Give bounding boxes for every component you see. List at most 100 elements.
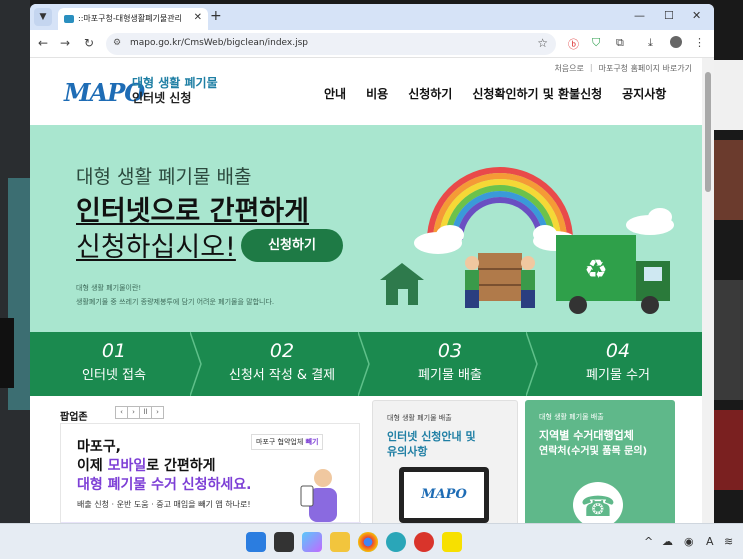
popup-text: 대형 폐기물 수거 신청하세요.	[77, 477, 252, 493]
step-label: 폐기물 배출	[418, 368, 482, 383]
step-item: 02 신청서 작성 & 결제	[198, 332, 370, 396]
bookmark-star-icon[interactable]: ☆	[537, 36, 548, 50]
tab-search-button[interactable]: ▼	[34, 8, 52, 26]
forward-icon[interactable]: →	[60, 36, 70, 50]
desktop-left	[0, 0, 30, 523]
desktop-window-edge	[713, 280, 743, 400]
scrollbar-thumb[interactable]	[705, 72, 711, 192]
nav-item-check-refund[interactable]: 신청확인하기 및 환불신청	[472, 85, 602, 102]
app-icon[interactable]	[414, 532, 434, 552]
chrome-icon[interactable]	[358, 532, 378, 552]
task-view-icon[interactable]	[274, 532, 294, 552]
wifi-icon[interactable]: ≋	[724, 535, 733, 548]
minimize-icon[interactable]: —	[634, 9, 645, 22]
svg-text:☎: ☎	[581, 490, 616, 523]
browser-window: ▼ ::마포구청-대형생활폐기물관리 ✕ + — ☐ ✕ ← → ↻ ⚙ map…	[30, 4, 714, 523]
step-number: 02	[269, 340, 295, 362]
favicon-icon	[64, 15, 74, 23]
popupzone-banner[interactable]: 마포구, 이제 모바일로 간편하게 대형 폐기물 수거 신청하세요. 배출 신청…	[60, 423, 361, 523]
card-title: 지역별 수거대행업체	[539, 429, 634, 442]
hero-heading: 대형 생활 폐기물 배출	[76, 166, 252, 188]
step-label: 폐기물 수거	[586, 368, 650, 383]
extensions-puzzle-icon[interactable]: ⧉	[616, 36, 624, 50]
nav-item-notice[interactable]: 공지사항	[622, 85, 666, 102]
desktop-window-edge	[713, 140, 743, 220]
card-title: 유의사항	[387, 445, 428, 458]
nav-item-guide[interactable]: 안내	[324, 85, 346, 102]
card-caption: 대형 생활 폐기물 배출	[387, 414, 452, 422]
profile-avatar[interactable]	[670, 36, 682, 48]
maximize-icon[interactable]: ☐	[664, 9, 674, 22]
tray-app-icon[interactable]: ☁	[662, 535, 673, 548]
popupzone-title: 팝업존	[60, 412, 88, 423]
close-window-icon[interactable]: ✕	[692, 9, 701, 22]
close-tab-icon[interactable]: ✕	[194, 12, 202, 23]
windows-start-icon[interactable]	[246, 532, 266, 552]
step-label: 인터넷 접속	[82, 368, 146, 383]
download-icon[interactable]: ⤓	[648, 36, 653, 50]
step-number: 01	[101, 340, 127, 362]
utility-links: 처음으로 | 마포구청 홈페이지 바로가기	[554, 63, 692, 74]
new-tab-button[interactable]: +	[210, 8, 222, 24]
step-item: 04 폐기물 수거	[534, 332, 702, 396]
step-number: 04	[605, 340, 631, 362]
popup-text: 배출 신청 · 운반 도움 · 중고 매입을 빼기 앱 하나로!	[77, 500, 251, 509]
logo-subtitle: 인터넷 신청	[132, 91, 192, 105]
home-link[interactable]: 처음으로	[554, 63, 583, 74]
kakaotalk-icon[interactable]	[442, 532, 462, 552]
tray-app-icon[interactable]: ◉	[684, 535, 694, 548]
web-page: 처음으로 | 마포구청 홈페이지 바로가기 MAPO 대형 생활 폐기물 인터넷…	[30, 58, 702, 523]
main-nav: 안내 비용 신청하기 신청확인하기 및 환불신청 공지사항	[324, 85, 666, 102]
nav-item-cost[interactable]: 비용	[366, 85, 388, 102]
app-icon[interactable]	[386, 532, 406, 552]
card-title: 연락처(수거및 품목 문의)	[539, 446, 648, 457]
page-scrollbar[interactable]	[702, 58, 714, 523]
popup-next-button[interactable]: ›	[151, 406, 164, 419]
browser-toolbar: ← → ↻ ⚙ mapo.go.kr/CmsWeb/bigclean/index…	[30, 30, 714, 58]
step-number: 03	[437, 340, 463, 362]
copilot-icon[interactable]	[302, 532, 322, 552]
desktop-window-edge	[0, 318, 14, 388]
menu-dots-icon[interactable]: ⋮	[694, 36, 705, 49]
site-info-icon[interactable]: ⚙	[113, 38, 121, 48]
shield-icon[interactable]: ⛉	[592, 36, 600, 50]
monitor-icon: MAPO	[399, 467, 489, 523]
tab-title: ::마포구청-대형생활폐기물관리	[78, 14, 182, 23]
popupzone-controls: ‹ › ll ›	[115, 406, 164, 419]
taskbar: ^ ☁ ◉ A ≋	[0, 523, 743, 559]
popup-text: 이제 모바일로 간편하게	[77, 458, 216, 474]
hero-illustration: ♻	[380, 167, 674, 314]
nav-item-apply[interactable]: 신청하기	[408, 85, 452, 102]
hero-banner: 대형 생활 폐기물 배출 인터넷으로 간편하게 신청하십시오! 신청하기 대형 …	[30, 125, 702, 332]
hero-description: 대형 생활 폐기물이란!	[76, 284, 142, 292]
reload-icon[interactable]: ↻	[84, 36, 94, 50]
hero-heading: 인터넷으로 간편하게	[76, 196, 309, 227]
file-explorer-icon[interactable]	[330, 532, 350, 552]
movers-furniture-icon	[465, 253, 535, 308]
contact-card[interactable]: 대형 생활 폐기물 배출 지역별 수거대행업체 연락처(수거및 품목 문의) ☎	[525, 400, 675, 523]
truck-icon: ♻	[556, 235, 670, 314]
tray-chevron-icon[interactable]: ^	[644, 535, 653, 548]
guide-card[interactable]: 대형 생활 폐기물 배출 인터넷 신청안내 및 유의사항 MAPO	[372, 400, 518, 523]
address-bar[interactable]: ⚙ mapo.go.kr/CmsWeb/bigclean/index.jsp ☆	[106, 33, 556, 55]
step-item: 03 폐기물 배출	[366, 332, 538, 396]
browser-tab[interactable]: ::마포구청-대형생활폐기물관리 ✕	[58, 8, 208, 30]
extension-icon[interactable]: ⓑ	[568, 36, 579, 52]
popup-text: 마포구,	[77, 439, 121, 455]
url-text[interactable]: mapo.go.kr/CmsWeb/bigclean/index.jsp	[130, 38, 308, 48]
desktop-window-edge	[713, 60, 743, 130]
telephone-icon: ☎	[573, 482, 623, 523]
mapo-homepage-link[interactable]: 마포구청 홈페이지 바로가기	[599, 63, 692, 74]
step-item: 01 인터넷 접속	[30, 332, 202, 396]
hero-heading: 신청하십시오!	[76, 232, 236, 263]
desktop-window-edge	[713, 410, 743, 490]
hero-description: 생활폐기물 중 쓰레기 종량제봉투에 담기 어려운 폐기물을 말합니다.	[76, 298, 275, 306]
title-bar: ▼ ::마포구청-대형생활폐기물관리 ✕ + — ☐ ✕	[30, 4, 714, 30]
person-phone-icon	[300, 469, 337, 522]
back-icon[interactable]: ←	[38, 36, 48, 50]
ime-indicator[interactable]: A	[706, 535, 714, 548]
apply-button[interactable]: 신청하기	[241, 229, 343, 262]
house-icon	[380, 263, 424, 305]
card-title: 인터넷 신청안내 및	[387, 430, 476, 443]
svg-text:♻: ♻	[584, 255, 607, 285]
